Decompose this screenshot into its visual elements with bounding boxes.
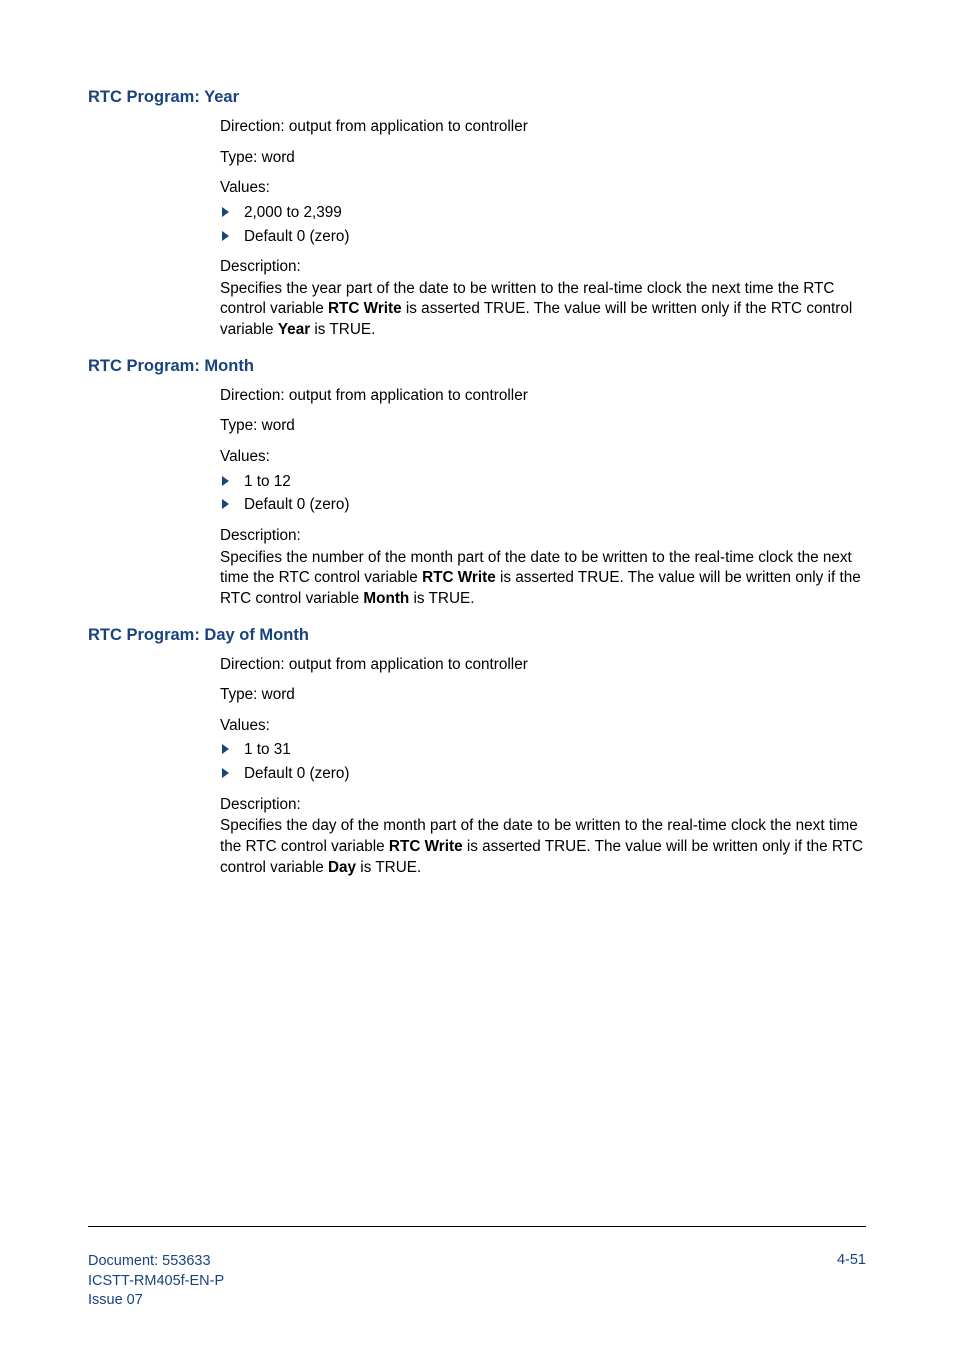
footer-left-block: Document: 553633 ICSTT-RM405f-EN-P Issue… (88, 1252, 224, 1311)
footer-page-number: 4-51 (837, 1252, 866, 1268)
list-item: 2,000 to 2,399 (218, 203, 866, 224)
desc-post: is TRUE. (310, 321, 375, 338)
desc-bold-var: Day (328, 859, 356, 876)
type-text: Type: word (220, 685, 866, 706)
list-item-text: Default 0 (zero) (244, 765, 349, 782)
section-heading-day: RTC Program: Day of Month (88, 626, 866, 645)
description-label: Description: (220, 257, 866, 278)
values-label: Values: (220, 716, 866, 737)
footer-document: Document: 553633 (88, 1252, 224, 1272)
triangle-icon (222, 207, 229, 217)
direction-text: Direction: output from application to co… (220, 655, 866, 676)
description-text: Specifies the year part of the date to b… (220, 279, 866, 341)
direction-text: Direction: output from application to co… (220, 386, 866, 407)
footer-issue: Issue 07 (88, 1291, 224, 1311)
list-item-text: 1 to 31 (244, 741, 291, 758)
section-body-year: Direction: output from application to co… (220, 117, 866, 341)
section-heading-year: RTC Program: Year (88, 88, 866, 107)
desc-post: is TRUE. (356, 859, 421, 876)
values-list: 1 to 12 Default 0 (zero) (220, 472, 866, 516)
triangle-icon (222, 476, 229, 486)
triangle-icon (222, 231, 229, 241)
description-label: Description: (220, 795, 866, 816)
values-label: Values: (220, 447, 866, 468)
description-text: Specifies the day of the month part of t… (220, 816, 866, 878)
section-heading-month: RTC Program: Month (88, 357, 866, 376)
direction-text: Direction: output from application to co… (220, 117, 866, 138)
desc-bold-rtcwrite: RTC Write (422, 569, 496, 586)
list-item: Default 0 (zero) (218, 764, 866, 785)
list-item-text: Default 0 (zero) (244, 228, 349, 245)
type-text: Type: word (220, 148, 866, 169)
triangle-icon (222, 768, 229, 778)
type-text: Type: word (220, 416, 866, 437)
desc-bold-var: Year (278, 321, 310, 338)
desc-bold-var: Month (363, 590, 409, 607)
footer-ref: ICSTT-RM405f-EN-P (88, 1272, 224, 1292)
desc-bold-rtcwrite: RTC Write (389, 838, 463, 855)
triangle-icon (222, 499, 229, 509)
desc-post: is TRUE. (409, 590, 474, 607)
list-item: 1 to 31 (218, 740, 866, 761)
list-item-text: Default 0 (zero) (244, 496, 349, 513)
section-body-month: Direction: output from application to co… (220, 386, 866, 610)
desc-bold-rtcwrite: RTC Write (328, 300, 402, 317)
list-item-text: 2,000 to 2,399 (244, 204, 342, 221)
values-label: Values: (220, 178, 866, 199)
list-item: Default 0 (zero) (218, 495, 866, 516)
page-footer: Document: 553633 ICSTT-RM405f-EN-P Issue… (88, 1252, 866, 1311)
section-body-day: Direction: output from application to co… (220, 655, 866, 879)
list-item: Default 0 (zero) (218, 227, 866, 248)
list-item: 1 to 12 (218, 472, 866, 493)
description-text: Specifies the number of the month part o… (220, 548, 866, 610)
page: RTC Program: Year Direction: output from… (0, 0, 954, 1349)
triangle-icon (222, 744, 229, 754)
description-label: Description: (220, 526, 866, 547)
values-list: 1 to 31 Default 0 (zero) (220, 740, 866, 784)
footer-divider (88, 1226, 866, 1227)
values-list: 2,000 to 2,399 Default 0 (zero) (220, 203, 866, 247)
list-item-text: 1 to 12 (244, 473, 291, 490)
